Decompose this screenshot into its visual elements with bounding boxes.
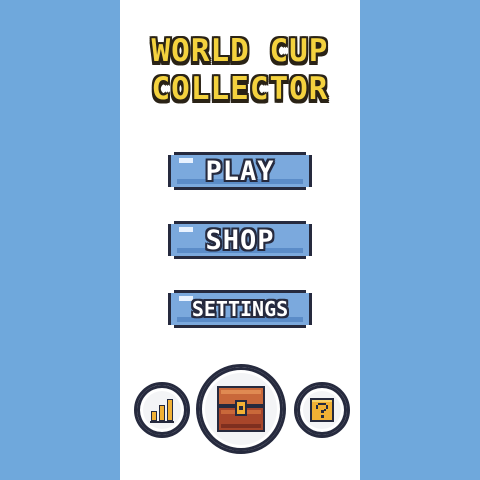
shop-button-label: SHOP: [205, 224, 275, 256]
shop-button[interactable]: SHOP: [168, 221, 312, 259]
game-title-line-2: COLLECTOR: [151, 71, 329, 107]
question-block-icon: [310, 398, 334, 422]
settings-button-label: SETTINGS: [191, 297, 289, 321]
bar-chart-icon: [150, 399, 174, 423]
stats-button[interactable]: [134, 382, 190, 438]
settings-button[interactable]: SETTINGS: [168, 290, 312, 328]
help-button[interactable]: [294, 382, 350, 438]
play-button[interactable]: PLAY: [168, 152, 312, 190]
treasure-chest-icon: [217, 386, 265, 432]
game-title-line-1: WORLD CUP: [151, 33, 329, 69]
chest-button[interactable]: [196, 364, 286, 454]
play-button-label: PLAY: [205, 155, 275, 187]
left-stripe: [0, 0, 120, 480]
right-stripe: [360, 0, 480, 480]
